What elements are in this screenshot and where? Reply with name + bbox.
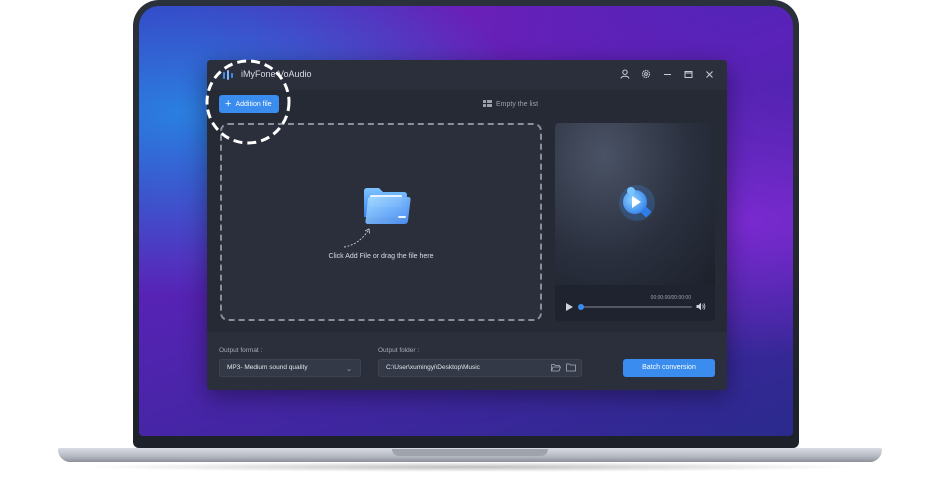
output-folder-field[interactable]: C:\User\xumingyi\Desktop\Music	[378, 359, 582, 377]
drop-hint: Click Add File or drag the file here	[328, 253, 434, 260]
empty-list-label: Empty the list	[496, 100, 539, 108]
user-icon[interactable]	[619, 68, 631, 80]
time-display: 00:00:00/00:00:00	[650, 295, 691, 301]
volume-icon[interactable]	[696, 302, 706, 311]
play-icon[interactable]	[566, 303, 573, 311]
output-folder-value: C:\User\xumingyi\Desktop\Music	[386, 364, 480, 371]
preview-player: 00:00:00/00:00:00	[555, 123, 715, 321]
folder-icon	[364, 188, 411, 224]
batch-conversion-button[interactable]: Batch conversion	[623, 359, 715, 377]
output-format-label: Output format :	[219, 347, 263, 354]
progress-handle[interactable]	[578, 304, 584, 310]
output-panel: Output format : MP3- Medium sound qualit…	[207, 332, 727, 390]
preview-screen	[555, 123, 715, 285]
gear-icon[interactable]	[640, 68, 652, 80]
folder-browse-icon[interactable]	[566, 363, 576, 372]
highlight-circle	[205, 59, 291, 145]
output-format-value: MP3- Medium sound quality	[227, 364, 308, 371]
output-format-select[interactable]: MP3- Medium sound quality ⌄	[219, 359, 361, 377]
chevron-down-icon: ⌄	[346, 366, 352, 373]
file-drop-zone[interactable]: Click Add File or drag the file here	[220, 123, 542, 321]
arrow-icon	[343, 228, 370, 248]
open-folder-icon[interactable]	[551, 363, 561, 372]
close-icon[interactable]	[703, 68, 715, 80]
maximize-icon[interactable]	[682, 68, 694, 80]
minimize-icon[interactable]	[661, 68, 673, 80]
media-play-icon	[619, 185, 655, 221]
laptop-shadow	[78, 462, 862, 472]
grid-icon	[483, 100, 492, 108]
output-folder-label: Output folder :	[378, 347, 420, 354]
laptop-notch	[392, 449, 548, 456]
empty-list-button[interactable]: Empty the list	[483, 100, 538, 108]
progress-slider[interactable]	[578, 304, 692, 310]
